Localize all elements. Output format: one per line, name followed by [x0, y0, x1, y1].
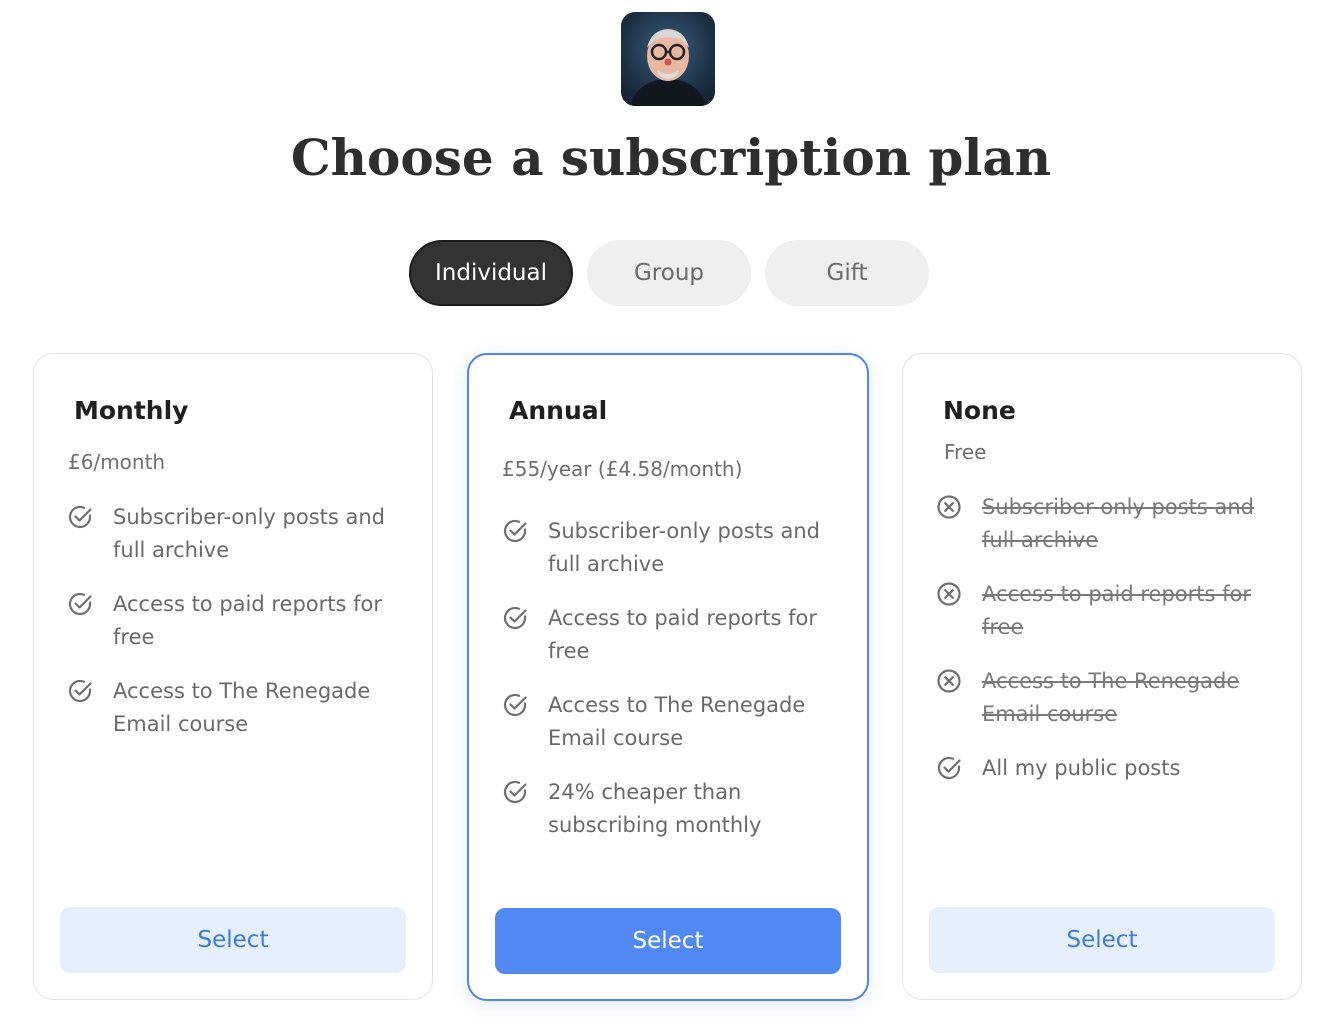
feature-item: 24% cheaper than subscribing monthly	[501, 776, 847, 842]
x-circle-icon	[937, 669, 961, 693]
plan-price: Free	[944, 440, 987, 464]
author-avatar	[621, 12, 715, 106]
feature-text: All my public posts	[982, 756, 1181, 780]
feature-item: Access to The Renegade Email course	[501, 689, 847, 755]
plan-name: Annual	[509, 396, 608, 425]
plan-price: £6/month	[68, 450, 166, 474]
feature-item: Subscriber-only posts and full archive	[66, 501, 412, 567]
feature-text: Access to paid reports for free	[982, 582, 1251, 639]
feature-text: Subscriber-only posts and full archive	[982, 495, 1255, 552]
feature-text: Access to The Renegade Email course	[548, 693, 806, 750]
plan-card-annual: Annual £55/year (£4.58/month) Subscriber…	[467, 353, 869, 1001]
select-none-button[interactable]: Select	[929, 907, 1275, 973]
feature-list: Subscriber-only posts and full archive A…	[935, 491, 1281, 806]
tab-group[interactable]: Group	[587, 240, 751, 306]
tab-individual[interactable]: Individual	[409, 240, 573, 306]
check-circle-icon	[68, 505, 92, 529]
feature-item: Access to paid reports for free	[501, 602, 847, 668]
feature-item: Subscriber-only posts and full archive	[935, 491, 1281, 557]
check-circle-icon	[503, 606, 527, 630]
feature-text: Subscriber-only posts and full archive	[548, 519, 821, 576]
plan-type-tabs: Individual Group Gift	[409, 240, 929, 306]
check-circle-icon	[937, 756, 961, 780]
feature-text: Access to The Renegade Email course	[113, 679, 371, 736]
feature-text: Access to paid reports for free	[113, 592, 382, 649]
plan-card-none: None Free Subscriber-only posts and full…	[902, 353, 1302, 1000]
check-circle-icon	[503, 780, 527, 804]
feature-item: Access to The Renegade Email course	[66, 675, 412, 741]
plan-card-monthly: Monthly £6/month Subscriber-only posts a…	[33, 353, 433, 1000]
feature-item: Access to paid reports for free	[935, 578, 1281, 644]
feature-list: Subscriber-only posts and full archive A…	[501, 515, 847, 863]
check-circle-icon	[503, 519, 527, 543]
feature-item: Access to The Renegade Email course	[935, 665, 1281, 731]
plan-name: Monthly	[74, 396, 189, 425]
feature-text: Access to paid reports for free	[548, 606, 817, 663]
feature-item: Access to paid reports for free	[66, 588, 412, 654]
feature-item: All my public posts	[935, 752, 1281, 785]
feature-item: Subscriber-only posts and full archive	[501, 515, 847, 581]
page-title: Choose a subscription plan	[290, 128, 1052, 187]
x-circle-icon	[937, 495, 961, 519]
check-circle-icon	[503, 693, 527, 717]
select-monthly-button[interactable]: Select	[60, 907, 406, 973]
feature-list: Subscriber-only posts and full archive A…	[66, 501, 412, 762]
plan-price: £55/year (£4.58/month)	[502, 457, 743, 481]
x-circle-icon	[937, 582, 961, 606]
plan-name: None	[943, 396, 1016, 425]
check-circle-icon	[68, 592, 92, 616]
check-circle-icon	[68, 679, 92, 703]
feature-text: Subscriber-only posts and full archive	[113, 505, 386, 562]
select-annual-button[interactable]: Select	[495, 908, 841, 974]
feature-text: Access to The Renegade Email course	[982, 669, 1240, 726]
tab-gift[interactable]: Gift	[765, 240, 929, 306]
feature-text: 24% cheaper than subscribing monthly	[548, 780, 762, 837]
